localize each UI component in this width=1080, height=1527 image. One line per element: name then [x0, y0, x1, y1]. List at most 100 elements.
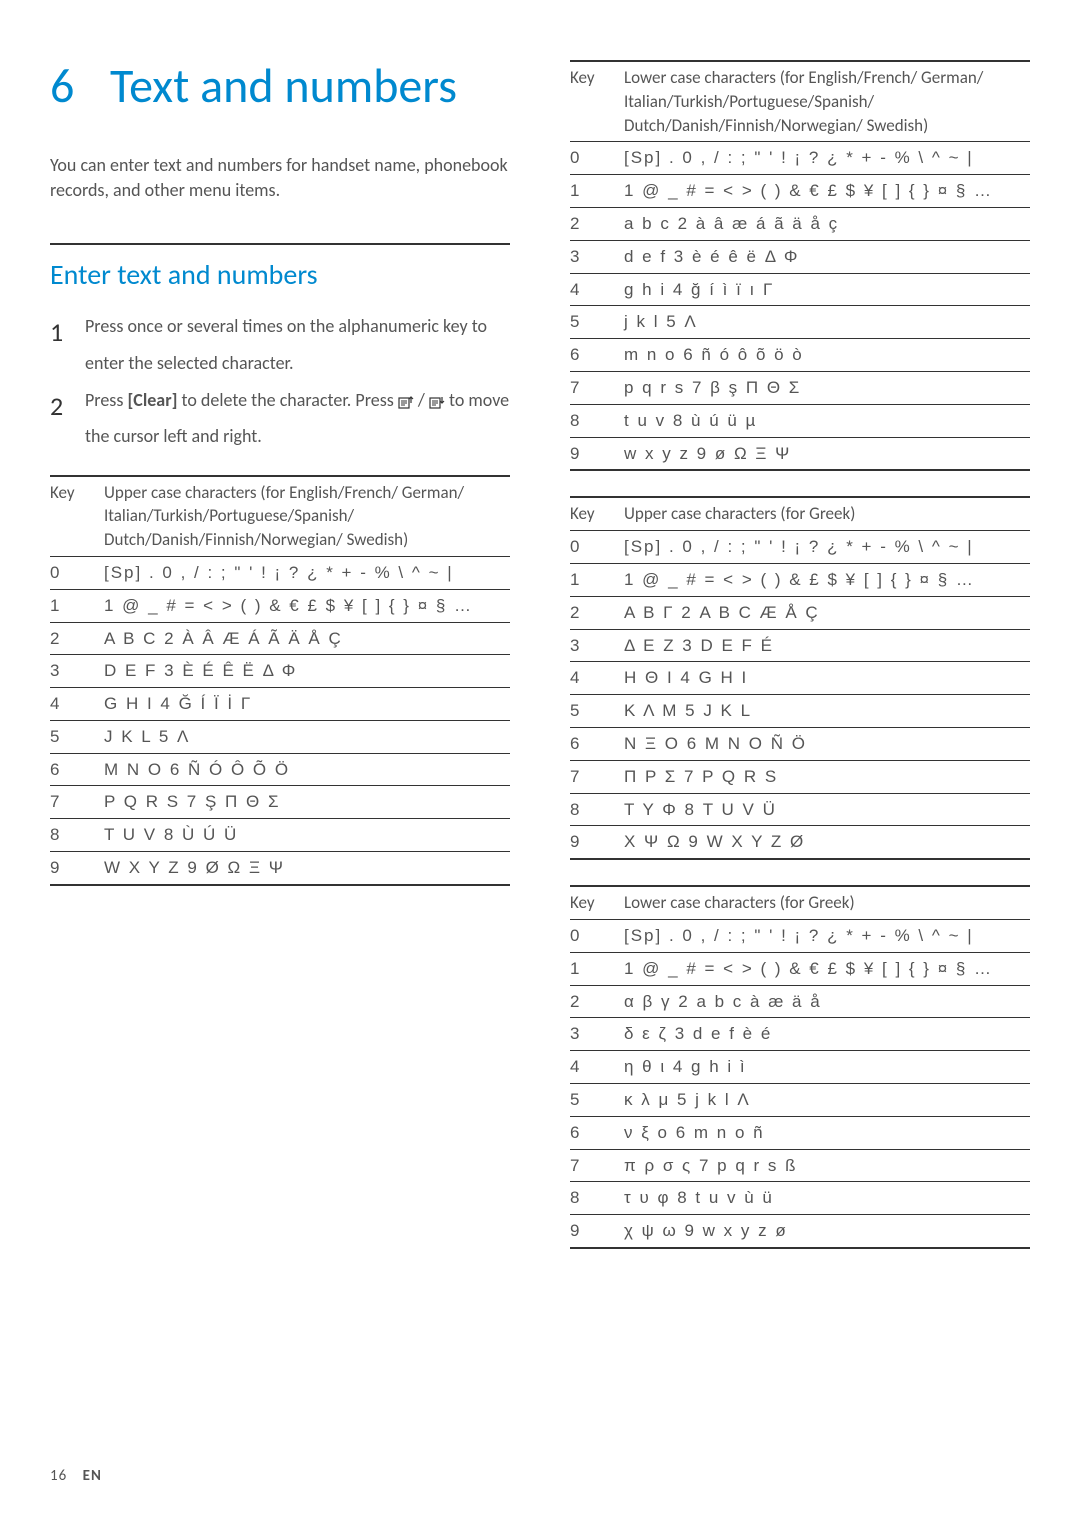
chapter-number: 6 [50, 60, 110, 113]
cell-key: 8 [570, 404, 624, 437]
cell-key: 0 [570, 919, 624, 952]
cell-chars: Π Ρ Σ 7 P Q R S [624, 760, 1030, 793]
cell-chars: κ λ μ 5 j k l Λ [624, 1083, 1030, 1116]
table-row: 9Χ Ψ Ω 9 W X Y Z Ø [570, 826, 1030, 859]
table-row: 0[Sp] . 0 , / : ; " ' ! ¡ ? ¿ * + - % \ … [570, 919, 1030, 952]
table-row: 6m n o 6 ñ ó ô õ ö ò [570, 339, 1030, 372]
cell-chars: J K L 5 Λ [104, 720, 510, 753]
cell-chars: j k l 5 Λ [624, 306, 1030, 339]
col-key: Key [50, 476, 104, 557]
cell-chars: [Sp] . 0 , / : ; " ' ! ¡ ? ¿ * + - % \ ^… [624, 531, 1030, 564]
cell-chars: M N O 6 Ñ Ó Ô Õ Ö [104, 753, 510, 786]
cell-key: 2 [50, 622, 104, 655]
cell-key: 4 [570, 662, 624, 695]
cell-chars: w x y z 9 ø Ω Ξ Ψ [624, 437, 1030, 470]
cell-chars: Τ Υ Φ 8 T U V Ü [624, 793, 1030, 826]
cell-key: 7 [570, 371, 624, 404]
cell-key: 0 [570, 142, 624, 175]
cell-key: 2 [570, 596, 624, 629]
cell-chars: m n o 6 ñ ó ô õ ö ò [624, 339, 1030, 372]
cell-key: 3 [570, 629, 624, 662]
table-row: 3d e f 3 è é ê ë Δ Φ [570, 240, 1030, 273]
cell-key: 5 [570, 695, 624, 728]
cell-chars: T U V 8 Ù Ú Ü [104, 819, 510, 852]
table-row: 11 @ _ # = < > ( ) & € £ $ ¥ [ ] { } ¤ §… [570, 952, 1030, 985]
col-key: Key [570, 886, 624, 919]
step-1: 1Press once or several times on the alph… [50, 314, 510, 376]
cell-chars: Δ Ε Ζ 3 D E F É [624, 629, 1030, 662]
table-row: 3Δ Ε Ζ 3 D E F É [570, 629, 1030, 662]
cell-key: 0 [50, 556, 104, 589]
clear-key: [Clear] [127, 389, 177, 411]
cell-key: 3 [50, 655, 104, 688]
cell-chars: Α Β Γ 2 A B C Æ Å Ç [624, 596, 1030, 629]
table-row: 2A B C 2 À Â Æ Á Ã Ä Å Ç [50, 622, 510, 655]
table-row: 9w x y z 9 ø Ω Ξ Ψ [570, 437, 1030, 470]
table-row: 4Η Θ Ι 4 G H I [570, 662, 1030, 695]
cell-chars: 1 @ _ # = < > ( ) & € £ $ ¥ [ ] { } ¤ § … [624, 175, 1030, 208]
cell-key: 8 [570, 1182, 624, 1215]
table-row: 8T U V 8 Ù Ú Ü [50, 819, 510, 852]
table-row: 6Ν Ξ Ο 6 M N O Ñ Ö [570, 727, 1030, 760]
table-row: 5J K L 5 Λ [50, 720, 510, 753]
step-text-a: Press [85, 389, 127, 411]
table-row: 0[Sp] . 0 , / : ; " ' ! ¡ ? ¿ * + - % \ … [50, 556, 510, 589]
upper-euro-table: Key Upper case characters (for English/F… [50, 475, 510, 886]
cell-key: 6 [570, 727, 624, 760]
table-row: 4η θ ι 4 g h i ì [570, 1051, 1030, 1084]
phonebook-down-icon [429, 395, 445, 409]
lower-greek-table: Key Lower case characters (for Greek) 0[… [570, 885, 1030, 1249]
cell-chars: [Sp] . 0 , / : ; " ' ! ¡ ? ¿ * + - % \ ^… [624, 919, 1030, 952]
step-2: 2Press [Clear] to delete the character. … [50, 388, 510, 450]
lower-greek-body: 0[Sp] . 0 , / : ; " ' ! ¡ ? ¿ * + - % \ … [570, 919, 1030, 1247]
cell-chars: η θ ι 4 g h i ì [624, 1051, 1030, 1084]
table-row: 3δ ε ζ 3 d e f è é [570, 1018, 1030, 1051]
col-chars: Lower case characters (for Greek) [624, 886, 1030, 919]
cell-key: 1 [570, 175, 624, 208]
table-row: 9χ ψ ω 9 w x y z ø [570, 1215, 1030, 1248]
cell-chars: D E F 3 È É Ê Ë Δ Φ [104, 655, 510, 688]
table-row: 7P Q R S 7 Ş Π Θ Σ [50, 786, 510, 819]
cell-key: 5 [570, 1083, 624, 1116]
upper-greek-table: Key Upper case characters (for Greek) 0[… [570, 496, 1030, 860]
step-number: 1 [50, 314, 85, 350]
cell-key: 4 [50, 688, 104, 721]
col-chars: Upper case characters (for Greek) [624, 497, 1030, 530]
table-row: 5Κ Λ Μ 5 J K L [570, 695, 1030, 728]
cell-chars: Ν Ξ Ο 6 M N O Ñ Ö [624, 727, 1030, 760]
table-row: 6M N O 6 Ñ Ó Ô Õ Ö [50, 753, 510, 786]
cell-key: 7 [570, 760, 624, 793]
cell-key: 7 [50, 786, 104, 819]
table-row: 2a b c 2 à â æ á ã ä å ç [570, 207, 1030, 240]
table-row: 4G H I 4 Ğ Í Ï İ Γ [50, 688, 510, 721]
cell-chars: Χ Ψ Ω 9 W X Y Z Ø [624, 826, 1030, 859]
upper-greek-body: 0[Sp] . 0 , / : ; " ' ! ¡ ? ¿ * + - % \ … [570, 531, 1030, 859]
chapter-heading: 6Text and numbers [50, 60, 510, 113]
table-row: 4g h i 4 ğ í ì ï ı Γ [570, 273, 1030, 306]
cell-key: 4 [570, 1051, 624, 1084]
phonebook-up-icon [398, 395, 414, 409]
intro-text: You can enter text and numbers for hands… [50, 153, 510, 203]
cell-key: 3 [570, 1018, 624, 1051]
col-chars: Lower case characters (for English/Frenc… [624, 61, 1030, 142]
cell-chars: G H I 4 Ğ Í Ï İ Γ [104, 688, 510, 721]
cell-chars: τ υ φ 8 t u v ù ü [624, 1182, 1030, 1215]
step-number: 2 [50, 388, 85, 424]
cell-chars: [Sp] . 0 , / : ; " ' ! ¡ ? ¿ * + - % \ ^… [104, 556, 510, 589]
cell-key: 8 [570, 793, 624, 826]
page-footer: 16 EN [50, 1466, 102, 1487]
lower-euro-table: Key Lower case characters (for English/F… [570, 60, 1030, 471]
cell-chars: W X Y Z 9 Ø Ω Ξ Ψ [104, 852, 510, 885]
cell-chars: Η Θ Ι 4 G H I [624, 662, 1030, 695]
cell-key: 1 [570, 952, 624, 985]
table-row: 0[Sp] . 0 , / : ; " ' ! ¡ ? ¿ * + - % \ … [570, 142, 1030, 175]
cell-key: 8 [50, 819, 104, 852]
cell-key: 1 [50, 589, 104, 622]
page-lang: EN [83, 1467, 102, 1485]
cell-chars: 1 @ _ # = < > ( ) & € £ $ ¥ [ ] { } ¤ § … [104, 589, 510, 622]
cell-key: 9 [50, 852, 104, 885]
table-row: 0[Sp] . 0 , / : ; " ' ! ¡ ? ¿ * + - % \ … [570, 531, 1030, 564]
table-row: 8t u v 8 ù ú ü µ [570, 404, 1030, 437]
step-text-c: / [414, 389, 429, 411]
table-row: 7π ρ σ ς 7 p q r s ß [570, 1149, 1030, 1182]
